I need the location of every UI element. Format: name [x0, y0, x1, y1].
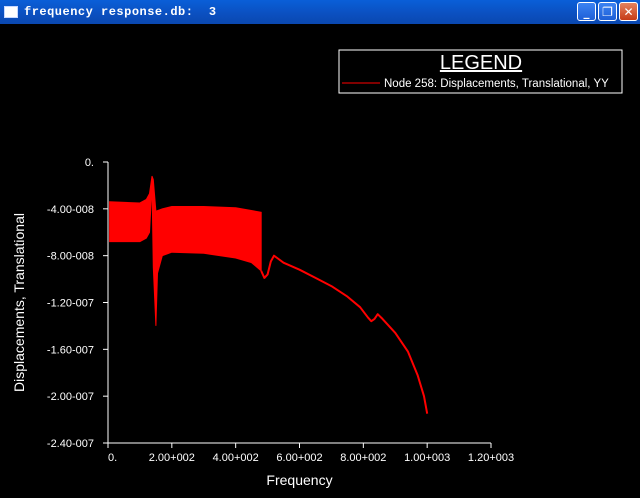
- x-axis-label: Frequency: [266, 472, 332, 488]
- close-button[interactable]: ✕: [619, 2, 638, 21]
- y-tick-label: -8.00-008: [47, 251, 94, 263]
- y-tick-label: -4.00-008: [47, 204, 94, 216]
- x-tick-label: 4.00+002: [213, 452, 259, 464]
- x-tick-label: 0.: [108, 452, 117, 464]
- title-bar[interactable]: frequency response.db: 3 _ ❐ ✕: [0, 0, 640, 24]
- x-tick-label: 2.00+002: [149, 452, 195, 464]
- restore-button[interactable]: ❐: [598, 2, 617, 21]
- x-tick-label: 1.00+003: [404, 452, 450, 464]
- app-window: frequency response.db: 3 _ ❐ ✕ LEGEND No…: [0, 0, 640, 493]
- legend: LEGEND Node 258: Displacements, Translat…: [338, 49, 623, 94]
- y-tick-label: -2.00-007: [47, 391, 94, 403]
- legend-entry: Node 258: Displacements, Translational, …: [384, 78, 609, 90]
- minimize-button[interactable]: _: [577, 2, 596, 21]
- chart: LEGEND Node 258: Displacements, Translat…: [11, 49, 623, 488]
- series-group: [109, 175, 429, 414]
- series-envelope-0: [109, 175, 262, 326]
- x-tick-label: 8.00+002: [340, 452, 386, 464]
- y-tick-label: -1.20-007: [47, 298, 94, 310]
- minimize-icon: _: [583, 4, 590, 19]
- x-tick-label: 6.00+002: [276, 452, 322, 464]
- y-tick-label: -2.40-007: [47, 438, 94, 450]
- y-tick-label: -1.60-007: [47, 344, 94, 356]
- restore-icon: ❐: [602, 4, 613, 19]
- close-icon: ✕: [623, 4, 634, 19]
- window-title: frequency response.db: 3: [24, 5, 217, 19]
- y-axis-label: Displacements, Translational: [11, 213, 27, 392]
- plot-area: LEGEND Node 258: Displacements, Translat…: [0, 24, 640, 493]
- series-line-0: [260, 254, 429, 414]
- window-controls: _ ❐ ✕: [577, 2, 638, 21]
- x-tick-label: 1.20+003: [468, 452, 514, 464]
- window-icon[interactable]: [4, 6, 18, 18]
- y-tick-label: 0.: [85, 157, 94, 169]
- legend-title: LEGEND: [440, 52, 522, 74]
